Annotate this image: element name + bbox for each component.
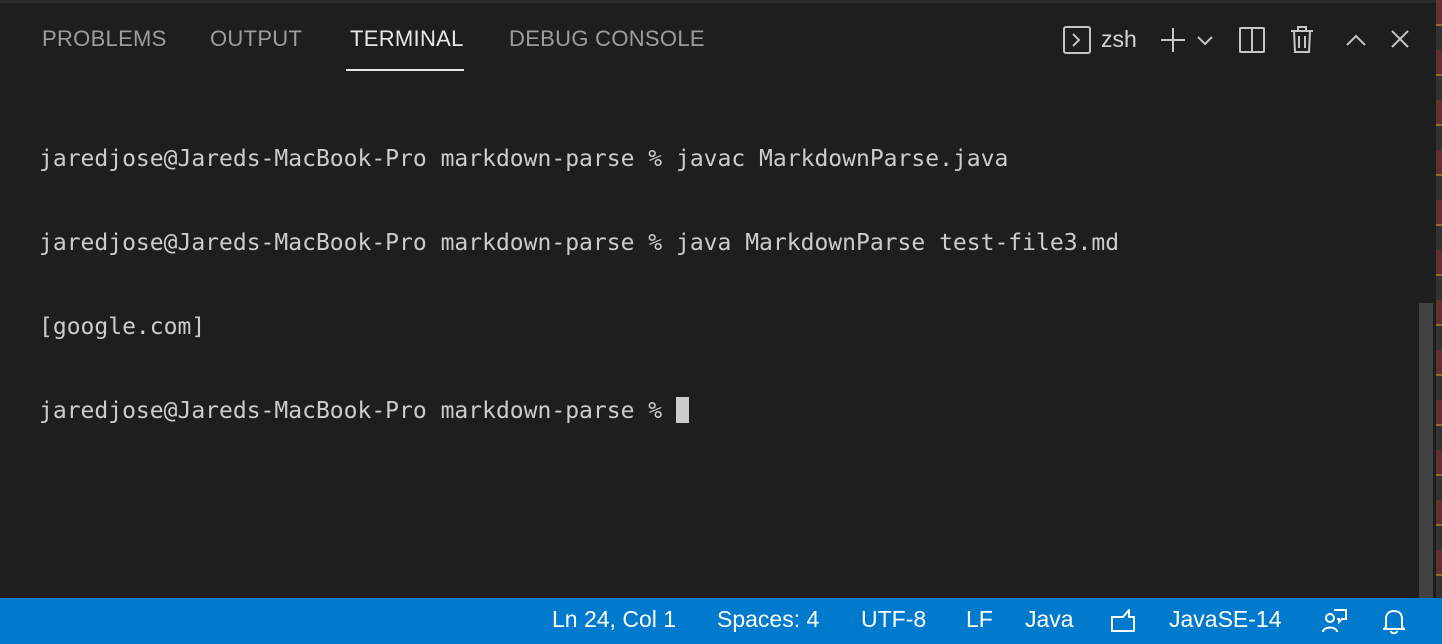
terminal-prompt: jaredjose@Jareds-MacBook-Pro markdown-pa… <box>39 398 676 424</box>
terminal-line: jaredjose@Jareds-MacBook-Pro markdown-pa… <box>39 146 1009 172</box>
status-encoding[interactable]: UTF-8 <box>861 606 926 633</box>
terminal-scrollbar[interactable] <box>1419 303 1433 598</box>
active-tab-indicator <box>346 69 464 71</box>
terminal-prompt-line: jaredjose@Jareds-MacBook-Pro markdown-pa… <box>39 397 1409 425</box>
tab-output[interactable]: OUTPUT <box>210 26 302 52</box>
status-indentation[interactable]: Spaces: 4 <box>717 606 819 633</box>
feedback-icon[interactable] <box>1107 606 1139 636</box>
status-language[interactable]: Java <box>1025 606 1074 633</box>
tab-debug-console[interactable]: DEBUG CONSOLE <box>509 26 705 52</box>
chevron-down-icon[interactable] <box>1188 22 1222 58</box>
shell-name[interactable]: zsh <box>1101 26 1137 53</box>
terminal-panel: PROBLEMS OUTPUT TERMINAL DEBUG CONSOLE z… <box>0 0 1442 644</box>
terminal-output[interactable]: jaredjose@Jareds-MacBook-Pro markdown-pa… <box>39 89 1409 589</box>
status-line-ending[interactable]: LF <box>966 606 993 633</box>
status-cursor-position[interactable]: Ln 24, Col 1 <box>552 606 676 633</box>
tab-problems[interactable]: PROBLEMS <box>42 26 167 52</box>
panel-header: PROBLEMS OUTPUT TERMINAL DEBUG CONSOLE z… <box>0 0 1436 80</box>
bell-icon[interactable] <box>1378 606 1410 636</box>
chevron-up-icon[interactable] <box>1338 22 1374 58</box>
status-bar: Ln 24, Col 1 Spaces: 4 UTF-8 LF Java Jav… <box>0 598 1442 644</box>
close-icon[interactable] <box>1382 21 1418 57</box>
split-icon[interactable] <box>1234 22 1270 58</box>
live-share-icon[interactable] <box>1318 606 1350 636</box>
terminal-icon[interactable] <box>1059 22 1095 58</box>
terminal-line: jaredjose@Jareds-MacBook-Pro markdown-pa… <box>39 230 1120 256</box>
terminal-cursor <box>675 397 689 423</box>
trash-icon[interactable] <box>1284 22 1320 58</box>
terminal-line: [google.com] <box>39 314 206 340</box>
editor-right-edge <box>1436 0 1442 598</box>
plus-icon[interactable] <box>1155 22 1191 58</box>
status-java-runtime[interactable]: JavaSE-14 <box>1169 606 1282 633</box>
tab-terminal[interactable]: TERMINAL <box>350 26 464 52</box>
